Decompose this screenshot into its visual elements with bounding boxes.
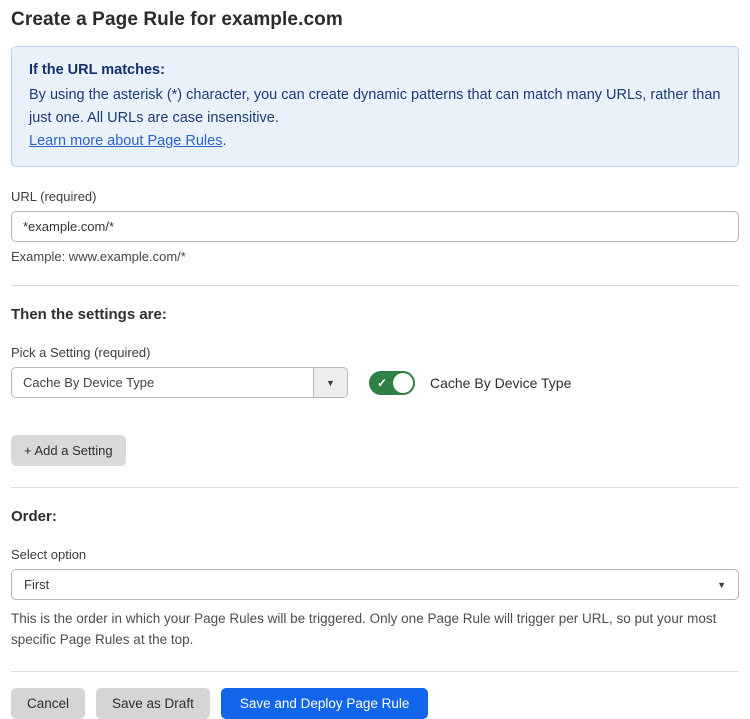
toggle-knob xyxy=(393,373,413,393)
info-banner-heading: If the URL matches: xyxy=(29,59,721,82)
save-as-draft-button[interactable]: Save as Draft xyxy=(96,688,210,719)
info-banner-body: By using the asterisk (*) character, you… xyxy=(29,84,721,130)
info-banner-link-line: Learn more about Page Rules. xyxy=(29,130,721,153)
url-match-info-banner: If the URL matches: By using the asteris… xyxy=(11,46,739,167)
setting-picker-dropdown[interactable]: Cache By Device Type ▼ xyxy=(11,367,348,398)
order-select-dropdown[interactable]: First ▼ xyxy=(11,569,739,600)
link-suffix: . xyxy=(222,133,226,149)
chevron-down-icon: ▼ xyxy=(717,580,726,590)
chevron-down-icon: ▼ xyxy=(326,378,335,388)
setting-row: Cache By Device Type ▼ ✓ Cache By Device… xyxy=(11,367,739,398)
setting-picker-arrow-button[interactable]: ▼ xyxy=(313,368,347,397)
order-select-label: Select option xyxy=(11,547,739,562)
page-rule-form: Create a Page Rule for example.com If th… xyxy=(0,9,750,719)
url-field-label: URL (required) xyxy=(11,189,739,204)
learn-more-link[interactable]: Learn more about Page Rules xyxy=(29,133,222,149)
divider xyxy=(11,487,739,488)
cache-by-device-toggle[interactable]: ✓ xyxy=(369,371,415,395)
url-field-helper: Example: www.example.com/* xyxy=(11,249,739,264)
toggle-label: Cache By Device Type xyxy=(430,375,571,391)
page-title: Create a Page Rule for example.com xyxy=(11,9,739,31)
order-helper-text: This is the order in which your Page Rul… xyxy=(11,608,731,650)
divider xyxy=(11,285,739,286)
settings-section-heading: Then the settings are: xyxy=(11,306,739,323)
setting-picker-label: Pick a Setting (required) xyxy=(11,345,739,360)
cancel-button[interactable]: Cancel xyxy=(11,688,85,719)
add-setting-button[interactable]: + Add a Setting xyxy=(11,435,126,466)
check-icon: ✓ xyxy=(377,377,387,389)
footer-actions: Cancel Save as Draft Save and Deploy Pag… xyxy=(11,688,739,719)
setting-picker-value: Cache By Device Type xyxy=(12,368,313,397)
save-and-deploy-button[interactable]: Save and Deploy Page Rule xyxy=(221,688,429,719)
order-select-value: First xyxy=(24,577,49,592)
divider xyxy=(11,671,739,672)
order-section-heading: Order: xyxy=(11,508,739,525)
url-input[interactable] xyxy=(11,211,739,242)
